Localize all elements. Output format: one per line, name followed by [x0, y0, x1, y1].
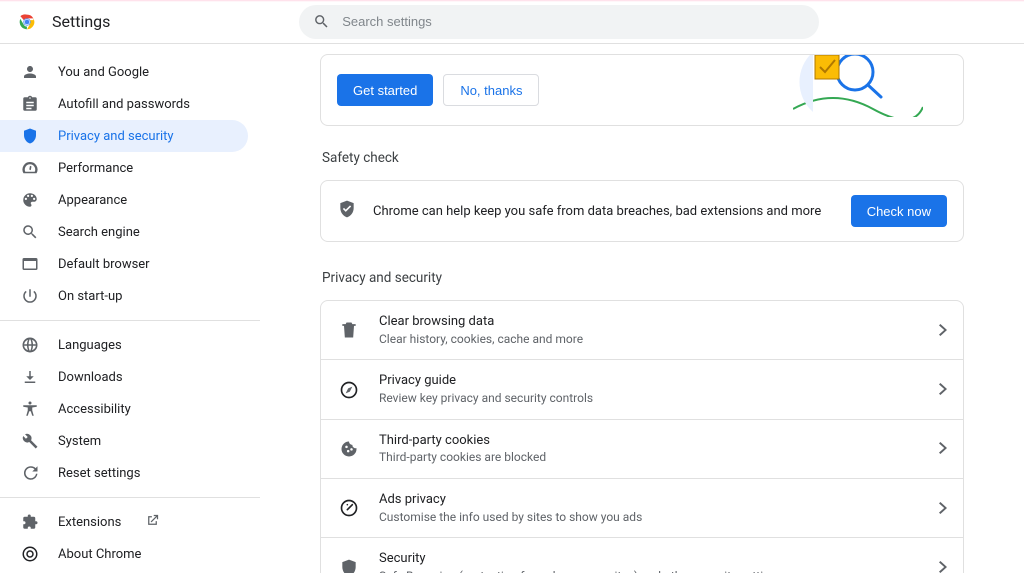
sidebar-item-label: About Chrome [58, 547, 141, 562]
sidebar-item-label: On start-up [58, 289, 122, 304]
header: Settings [0, 0, 1024, 44]
welcome-card: Get started No, thanks [320, 54, 964, 126]
sidebar-item-performance[interactable]: Performance [0, 152, 248, 184]
open-in-new-icon [145, 513, 160, 532]
sidebar-item-label: Appearance [58, 193, 127, 208]
chevron-right-icon [939, 499, 947, 518]
safety-check-card: Chrome can help keep you safe from data … [320, 180, 964, 242]
ads-icon [337, 498, 361, 518]
row-title: Third-party cookies [379, 432, 921, 450]
chevron-right-icon [939, 380, 947, 399]
sidebar-item-extensions[interactable]: Extensions [0, 506, 248, 538]
check-now-button[interactable]: Check now [851, 195, 947, 227]
power-icon [20, 287, 40, 305]
no-thanks-button[interactable]: No, thanks [443, 74, 539, 106]
welcome-illustration [793, 54, 923, 117]
sidebar-item-downloads[interactable]: Downloads [0, 361, 248, 393]
chrome-logo-icon [16, 11, 38, 33]
sidebar-item-label: Performance [58, 161, 133, 176]
row-subtitle: Third-party cookies are blocked [379, 449, 921, 466]
sidebar-item-default[interactable]: Default browser [0, 248, 248, 280]
sidebar-item-privacy[interactable]: Privacy and security [0, 120, 248, 152]
row-title: Ads privacy [379, 491, 921, 509]
globe-icon [20, 336, 40, 354]
row-title: Security [379, 550, 921, 568]
row-subtitle: Review key privacy and security controls [379, 390, 921, 407]
row-subtitle: Safe Browsing (protection from dangerous… [379, 568, 921, 573]
privacy-section-title: Privacy and security [322, 270, 964, 286]
privacy-row-sec[interactable]: SecuritySafe Browsing (protection from d… [321, 537, 963, 573]
sidebar-item-about[interactable]: About Chrome [0, 538, 248, 570]
sidebar-item-search[interactable]: Search engine [0, 216, 248, 248]
sidebar-item-you[interactable]: You and Google [0, 56, 248, 88]
row-labels: Ads privacyCustomise the info used by si… [379, 491, 921, 525]
sidebar-divider [0, 497, 260, 498]
search-input[interactable] [342, 14, 805, 29]
privacy-row-cookies[interactable]: Third-party cookiesThird-party cookies a… [321, 419, 963, 478]
sidebar-item-label: Extensions [58, 515, 121, 530]
extension-icon [20, 513, 40, 531]
safety-section-title: Safety check [322, 150, 964, 166]
privacy-list-card: Clear browsing dataClear history, cookie… [320, 300, 964, 573]
row-subtitle: Customise the info used by sites to show… [379, 509, 921, 526]
sidebar-item-appearance[interactable]: Appearance [0, 184, 248, 216]
sidebar-item-label: Autofill and passwords [58, 97, 190, 112]
speedometer-icon [20, 159, 40, 177]
person-icon [20, 63, 40, 81]
row-title: Clear browsing data [379, 313, 921, 331]
assignment-icon [20, 95, 40, 113]
restore-icon [20, 464, 40, 482]
row-labels: SecuritySafe Browsing (protection from d… [379, 550, 921, 573]
sidebar-item-languages[interactable]: Languages [0, 329, 248, 361]
palette-icon [20, 191, 40, 209]
sidebar: You and Google Autofill and passwords Priv… [0, 44, 260, 573]
sidebar-item-label: Downloads [58, 370, 123, 385]
chrome-icon [20, 545, 40, 563]
trash-icon [337, 320, 361, 340]
sidebar-item-system[interactable]: System [0, 425, 248, 457]
top-accent-line [0, 0, 1024, 2]
accessibility-icon [20, 400, 40, 418]
sidebar-item-label: Accessibility [58, 402, 131, 417]
sidebar-item-startup[interactable]: On start-up [0, 280, 248, 312]
wrench-icon [20, 432, 40, 450]
sidebar-item-label: You and Google [58, 65, 149, 80]
sidebar-item-autofill[interactable]: Autofill and passwords [0, 88, 248, 120]
privacy-row-ads[interactable]: Ads privacyCustomise the info used by si… [321, 478, 963, 537]
safety-check-text: Chrome can help keep you safe from data … [373, 204, 835, 219]
search-icon [313, 13, 330, 30]
sidebar-item-a11y[interactable]: Accessibility [0, 393, 248, 425]
chevron-right-icon [939, 439, 947, 458]
row-labels: Third-party cookiesThird-party cookies a… [379, 432, 921, 466]
sidebar-item-label: Default browser [58, 257, 150, 272]
row-title: Privacy guide [379, 372, 921, 390]
security-icon [337, 558, 361, 573]
main-content: Get started No, thanks Safety check Chro… [260, 44, 1024, 573]
row-labels: Clear browsing dataClear history, cookie… [379, 313, 921, 347]
page-title: Settings [52, 12, 110, 31]
compass-icon [337, 380, 361, 400]
sidebar-divider [0, 320, 260, 321]
sidebar-item-label: Reset settings [58, 466, 140, 481]
browser-icon [20, 255, 40, 273]
privacy-row-clear[interactable]: Clear browsing dataClear history, cookie… [321, 301, 963, 359]
sidebar-item-label: Privacy and security [58, 129, 174, 144]
verified-shield-icon [337, 199, 357, 223]
security-icon [20, 127, 40, 145]
privacy-row-guide[interactable]: Privacy guideReview key privacy and secu… [321, 359, 963, 418]
sidebar-item-label: Search engine [58, 225, 140, 240]
chevron-right-icon [939, 558, 947, 573]
get-started-button[interactable]: Get started [337, 74, 433, 106]
sidebar-item-reset[interactable]: Reset settings [0, 457, 248, 489]
sidebar-item-label: System [58, 434, 101, 449]
row-labels: Privacy guideReview key privacy and secu… [379, 372, 921, 406]
chevron-right-icon [939, 321, 947, 340]
cookie-icon [337, 439, 361, 459]
download-icon [20, 368, 40, 386]
search-box[interactable] [299, 5, 819, 39]
search-icon [20, 223, 40, 241]
row-subtitle: Clear history, cookies, cache and more [379, 331, 921, 348]
sidebar-item-label: Languages [58, 338, 122, 353]
